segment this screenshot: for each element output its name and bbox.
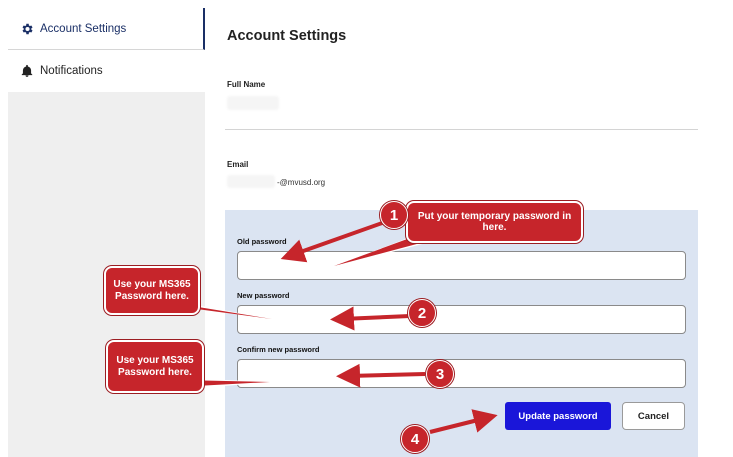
callout-temporary-password: Put your temporary password in here. — [406, 201, 583, 243]
step-1-badge: 1 — [380, 201, 408, 229]
sidebar-item-account-settings[interactable]: Account Settings — [8, 8, 205, 50]
old-password-input[interactable] — [237, 251, 686, 280]
new-password-input[interactable] — [237, 305, 686, 334]
step-3-badge: 3 — [426, 360, 454, 388]
sidebar-item-label: Notifications — [40, 65, 103, 77]
divider — [225, 129, 698, 130]
full-name-label: Full Name — [227, 80, 266, 89]
full-name-value-redacted — [227, 96, 279, 110]
sidebar-item-notifications[interactable]: Notifications — [8, 50, 205, 92]
new-password-label: New password — [237, 291, 290, 300]
step-2-badge: 2 — [408, 299, 436, 327]
step-4-badge: 4 — [401, 425, 429, 453]
update-password-button[interactable]: Update password — [505, 402, 611, 430]
old-password-label: Old password — [237, 237, 287, 246]
sidebar-item-label: Account Settings — [40, 22, 127, 35]
bell-icon — [20, 64, 34, 78]
confirm-password-input[interactable] — [237, 359, 686, 388]
cancel-button[interactable]: Cancel — [622, 402, 685, 430]
password-section: Old password New password Confirm new pa… — [225, 210, 698, 457]
confirm-password-label: Confirm new password — [237, 345, 320, 354]
email-domain: -@mvusd.org — [277, 178, 326, 187]
callout-ms365-new: Use your MS365 Password here. — [104, 266, 200, 315]
page-title: Account Settings — [227, 28, 347, 44]
callout-ms365-confirm: Use your MS365 Password here. — [106, 340, 204, 393]
gear-icon — [20, 22, 34, 36]
email-label: Email — [227, 160, 249, 169]
email-value-redacted — [227, 175, 275, 188]
